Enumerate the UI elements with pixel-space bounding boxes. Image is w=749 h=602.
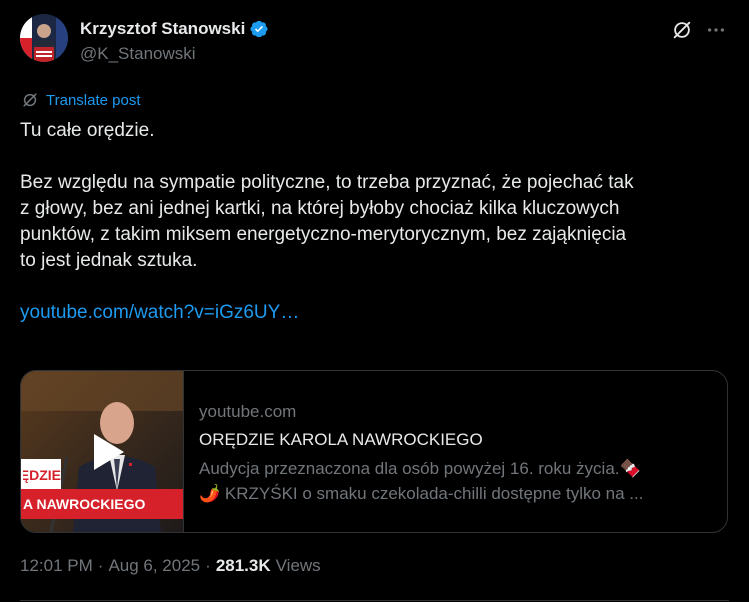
link-preview-card[interactable]: RĘDZIE A NAWROCKIEGO youtube.com ORĘDZIE… bbox=[20, 370, 728, 533]
video-thumbnail[interactable]: RĘDZIE A NAWROCKIEGO bbox=[21, 371, 184, 532]
views-count: 281.3K bbox=[215, 556, 271, 575]
post-text: Tu całe orędzie. Bez względu na sympatie… bbox=[20, 118, 732, 326]
author-name-text[interactable]: Krzysztof Stanowski bbox=[80, 19, 245, 39]
card-desc-line-2: 🌶️ KRZYŚKI o smaku czekolada-chilli dost… bbox=[199, 484, 644, 503]
post-meta: 12:01 PM · Aug 6, 2025 · 281.3K Views bbox=[20, 556, 321, 576]
thumb-caption-bottom: A NAWROCKIEGO bbox=[23, 496, 146, 512]
post-line-5: to jest jednak sztuka. bbox=[20, 250, 198, 271]
card-domain: youtube.com bbox=[199, 402, 297, 421]
translate-post-label[interactable]: Translate post bbox=[46, 92, 141, 109]
author-handle[interactable]: @K_Stanowski bbox=[80, 44, 196, 64]
translate-icon bbox=[23, 93, 37, 107]
post-date[interactable]: Aug 6, 2025 bbox=[108, 556, 200, 576]
post-line-3: z głowy, bez ani jednej kartki, na które… bbox=[20, 198, 620, 219]
avatar-image bbox=[20, 14, 68, 62]
post-line-2: Bez względu na sympatie polityczne, to t… bbox=[20, 172, 634, 193]
verified-badge-icon bbox=[250, 20, 268, 38]
post-line-4: punktów, z takim miksem energetyczno-mer… bbox=[20, 224, 627, 245]
translate-post-button[interactable]: Translate post bbox=[20, 90, 141, 110]
thumb-caption-top: RĘDZIE bbox=[23, 467, 61, 483]
views-label: Views bbox=[275, 556, 321, 575]
play-icon[interactable] bbox=[92, 432, 126, 472]
meta-separator: · bbox=[205, 556, 211, 575]
card-description: Audycja przeznaczona dla osób powyżej 16… bbox=[199, 456, 709, 506]
divider bbox=[20, 600, 729, 601]
grok-icon[interactable] bbox=[670, 18, 694, 42]
post-line-1: Tu całe orędzie. bbox=[20, 120, 155, 141]
card-desc-line-1: Audycja przeznaczona dla osób powyżej 16… bbox=[199, 459, 641, 478]
author-name[interactable]: Krzysztof Stanowski bbox=[80, 19, 269, 39]
more-icon[interactable] bbox=[704, 18, 728, 42]
meta-separator: · bbox=[97, 556, 104, 575]
youtube-link[interactable]: youtube.com/watch?v=iGz6UY… bbox=[20, 302, 299, 323]
avatar[interactable] bbox=[20, 14, 68, 62]
card-title: ORĘDZIE KAROLA NAWROCKIEGO bbox=[199, 430, 483, 449]
post-time[interactable]: 12:01 PM bbox=[20, 556, 93, 576]
post-container: Krzysztof Stanowski @K_Stanowski Transla… bbox=[0, 0, 749, 602]
